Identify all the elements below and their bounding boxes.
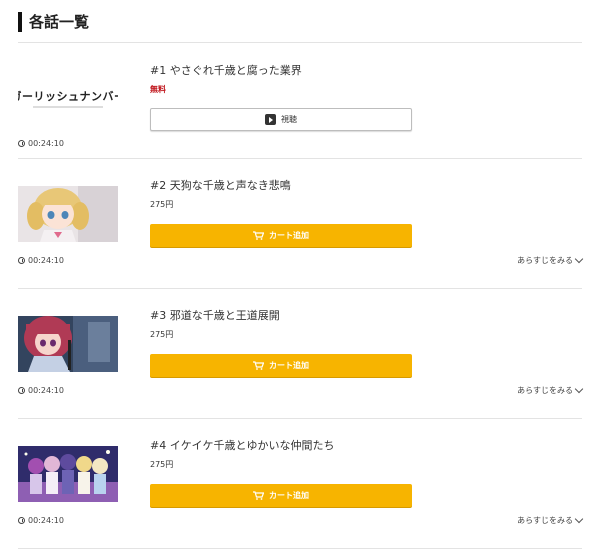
cart-icon xyxy=(253,361,264,370)
header-accent-bar xyxy=(18,12,22,32)
episode-price: 無料 xyxy=(150,85,166,94)
episode-title[interactable]: #2 天狗な千歳と声なき悲鳴 xyxy=(150,177,291,193)
add-to-cart-label: カート追加 xyxy=(269,361,309,370)
episode-item: 00:24:10 #4 イケイケ千歳とゆかいな仲間たち 275円 カート追加 あ… xyxy=(18,419,584,549)
duration-text: 00:24:10 xyxy=(28,386,64,395)
episode-price: 275円 xyxy=(150,460,174,469)
episode-thumbnail[interactable] xyxy=(18,446,118,502)
episode-duration: 00:24:10 xyxy=(18,516,64,525)
clock-icon xyxy=(18,140,25,147)
chevron-down-icon xyxy=(574,514,584,524)
episode-price: 275円 xyxy=(150,330,174,339)
clock-icon xyxy=(18,517,25,524)
episode-duration: 00:24:10 xyxy=(18,256,64,265)
watch-button[interactable]: 視聴 xyxy=(150,108,412,131)
episode-duration: 00:24:10 xyxy=(18,386,64,395)
chevron-down-icon xyxy=(574,384,584,394)
clock-icon xyxy=(18,387,25,394)
play-icon xyxy=(265,114,276,125)
add-to-cart-button[interactable]: カート追加 xyxy=(150,484,412,507)
synopsis-label: あらすじをみる xyxy=(517,516,573,525)
synopsis-toggle[interactable]: あらすじをみる xyxy=(517,384,584,396)
section-header: 各話一覧 xyxy=(18,10,582,43)
episode-thumbnail[interactable] xyxy=(18,316,118,372)
add-to-cart-button[interactable]: カート追加 xyxy=(150,354,412,377)
episode-title[interactable]: #1 やさぐれ千歳と腐った業界 xyxy=(150,62,302,78)
clock-icon xyxy=(18,257,25,264)
watch-button-label: 視聴 xyxy=(281,115,297,124)
episode-item: 00:24:10 #2 天狗な千歳と声なき悲鳴 275円 カート追加 あらすじを… xyxy=(18,159,584,289)
add-to-cart-label: カート追加 xyxy=(269,491,309,500)
add-to-cart-button[interactable]: カート追加 xyxy=(150,224,412,247)
episode-2-thumbnail-art xyxy=(18,186,118,242)
episode-price: 275円 xyxy=(150,200,174,209)
episode-duration: 00:24:10 xyxy=(18,139,64,148)
episode-title[interactable]: #3 邪道な千歳と王道展開 xyxy=(150,307,280,323)
synopsis-toggle[interactable]: あらすじをみる xyxy=(517,254,584,266)
cart-icon xyxy=(253,491,264,500)
duration-text: 00:24:10 xyxy=(28,139,64,148)
synopsis-toggle[interactable]: あらすじをみる xyxy=(517,514,584,526)
episode-item: ガーリッシュナンバー 00:24:10 #1 やさぐれ千歳と腐った業界 無料 視… xyxy=(18,42,582,159)
cart-icon xyxy=(253,231,264,240)
episode-3-thumbnail-art xyxy=(18,316,118,372)
synopsis-label: あらすじをみる xyxy=(517,386,573,395)
episode-title[interactable]: #4 イケイケ千歳とゆかいな仲間たち xyxy=(150,437,335,453)
section-title: 各話一覧 xyxy=(29,13,90,31)
duration-text: 00:24:10 xyxy=(28,256,64,265)
chevron-down-icon xyxy=(574,254,584,264)
episode-item: 00:24:10 #3 邪道な千歳と王道展開 275円 カート追加 あらすじをみ… xyxy=(18,289,584,419)
episode-4-thumbnail-art xyxy=(18,446,118,502)
duration-text: 00:24:10 xyxy=(28,516,64,525)
add-to-cart-label: カート追加 xyxy=(269,231,309,240)
series-logo: ガーリッシュナンバー xyxy=(18,90,118,103)
synopsis-label: あらすじをみる xyxy=(517,256,573,265)
logo-underline xyxy=(33,106,103,108)
episode-thumbnail[interactable]: ガーリッシュナンバー xyxy=(18,70,118,126)
episode-thumbnail[interactable] xyxy=(18,186,118,242)
